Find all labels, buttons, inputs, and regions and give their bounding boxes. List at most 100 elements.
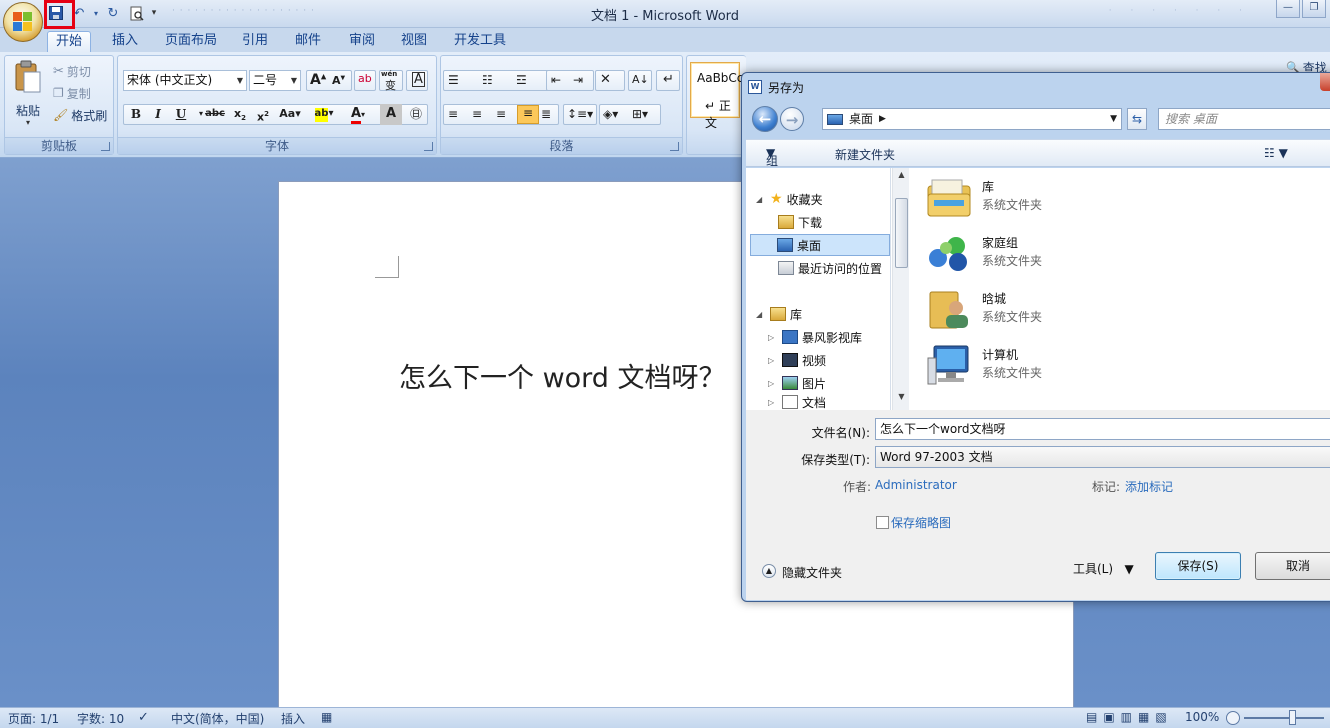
minimize-icon[interactable]: — [1276, 0, 1300, 18]
change-case-button[interactable]: Aa▾ [276, 104, 304, 125]
borders-icon[interactable]: ⊞▾ [632, 107, 648, 121]
copy-button[interactable]: ❐ 复制 [53, 83, 91, 103]
distributed-icon[interactable]: ≣ [541, 107, 551, 121]
nav-storm[interactable]: ▷ 暴风影视库 [768, 326, 862, 348]
tab-developer[interactable]: 开发工具 [446, 31, 514, 52]
view-options-icon[interactable]: ☷ ▼ [1264, 146, 1288, 160]
tab-references[interactable]: 引用 [234, 31, 276, 52]
tab-mailings[interactable]: 邮件 [287, 31, 329, 52]
style-normal[interactable]: AaBbCc ↵ 正文 [690, 62, 743, 130]
new-folder-button[interactable]: 新建文件夹 [835, 146, 895, 163]
format-painter-button[interactable]: 🖌 格式刷 [53, 105, 107, 125]
language-status[interactable]: 中文(简体，中国) [171, 710, 264, 727]
character-shading-button[interactable]: A [380, 104, 402, 125]
organize-button[interactable]: 组织 ▼ [766, 146, 778, 185]
thumbnail-label[interactable]: 保存缩略图 [891, 514, 951, 531]
scroll-down-icon[interactable]: ▼ [893, 392, 910, 408]
superscript-button[interactable]: x2 [252, 104, 274, 125]
author-value[interactable]: Administrator [875, 478, 957, 492]
shading-icon[interactable]: ◈▾ [603, 107, 618, 121]
nav-recent[interactable]: 最近访问的位置 [778, 257, 882, 279]
proofing-icon[interactable]: ✓ [138, 710, 149, 725]
align-left-icon[interactable]: ≡ [448, 107, 458, 121]
justify-icon[interactable]: ≡ [517, 105, 539, 124]
sort-icon[interactable]: A↓ [628, 70, 652, 91]
scroll-up-icon[interactable]: ▲ [893, 170, 910, 186]
nav-desktop[interactable]: 桌面 [750, 234, 890, 256]
tab-page-layout[interactable]: 页面布局 [157, 31, 225, 52]
bullets-icon[interactable]: ☰ [448, 73, 459, 87]
scrollbar-thumb[interactable] [895, 198, 908, 268]
strikethrough-button[interactable]: abc [204, 104, 226, 125]
document-text[interactable]: 怎么下一个 word 文档呀？ [399, 356, 726, 395]
dialog-close-icon[interactable] [1320, 73, 1330, 91]
zoom-slider-thumb[interactable] [1289, 710, 1296, 725]
restore-icon[interactable]: ❐ [1302, 0, 1326, 18]
macro-record-icon[interactable]: ▦ [321, 710, 332, 724]
nav-favorites[interactable]: ◢ ★ 收藏夹 [756, 188, 823, 210]
cut-button[interactable]: ✂ 剪切 [53, 61, 91, 81]
tab-insert[interactable]: 插入 [104, 31, 146, 52]
address-bar[interactable]: 桌面 ▶ ▼ [822, 108, 1122, 130]
bold-button[interactable]: B [125, 104, 147, 125]
align-right-icon[interactable]: ≡ [496, 107, 506, 121]
filetype-select[interactable]: Word 97-2003 文档 [875, 446, 1330, 468]
shrink-font-icon[interactable]: A▼ [332, 74, 345, 87]
underline-button[interactable]: U [170, 104, 192, 125]
enclose-characters-button[interactable]: ㊐ [405, 104, 427, 125]
multilevel-list-icon[interactable]: ☲ [516, 73, 527, 87]
clear-formatting-icon[interactable]: ab [354, 70, 376, 91]
tab-review[interactable]: 审阅 [341, 31, 383, 52]
chinese-layout-icon[interactable]: ✕ [595, 70, 625, 91]
increase-indent-icon[interactable]: ⇥ [573, 73, 583, 87]
font-launcher-icon[interactable] [424, 142, 433, 151]
list-item[interactable]: 库 系统文件夹 [926, 172, 1126, 222]
page-count[interactable]: 页面: 1/1 [8, 710, 59, 727]
list-item[interactable]: 家庭组 系统文件夹 [926, 228, 1126, 278]
tab-home[interactable]: 开始 [47, 31, 92, 52]
nav-scrollbar[interactable]: ▲ ▼ [892, 168, 909, 410]
numbering-icon[interactable]: ☷ [482, 73, 493, 87]
show-marks-icon[interactable]: ↵ [656, 70, 680, 91]
nav-pictures[interactable]: ▷ 图片 [768, 372, 826, 394]
font-size-combo[interactable]: 二号 ▼ [249, 70, 301, 91]
word-count[interactable]: 字数: 10 [77, 710, 124, 727]
nav-libraries[interactable]: ◢ 库 [756, 303, 802, 325]
zoom-slider[interactable] [1244, 717, 1324, 719]
back-arrow-icon[interactable]: ← [752, 106, 778, 132]
office-button[interactable] [3, 2, 43, 42]
tags-value[interactable]: 添加标记 [1125, 478, 1173, 495]
save-button[interactable]: 保存(S) [1155, 552, 1241, 580]
address-dropdown-icon[interactable]: ▼ [1110, 109, 1117, 129]
line-spacing-icon[interactable]: ↕≡▾ [563, 104, 597, 125]
view-buttons[interactable]: ▤▣▥▦▧ [1086, 710, 1173, 724]
cancel-button[interactable]: 取消 [1255, 552, 1330, 580]
zoom-out-icon[interactable] [1226, 711, 1240, 725]
decrease-indent-icon[interactable]: ⇤ [551, 73, 561, 87]
font-name-combo[interactable]: 宋体 (中文正文) ▼ [123, 70, 247, 91]
zoom-level[interactable]: 100% [1185, 710, 1219, 724]
nav-videos[interactable]: ▷ 视频 [768, 349, 826, 371]
list-item[interactable]: 计算机 系统文件夹 [926, 340, 1126, 390]
clipboard-launcher-icon[interactable] [101, 142, 110, 151]
subscript-button[interactable]: x2 [229, 104, 251, 125]
grow-font-icon[interactable]: A▲ [310, 72, 326, 88]
refresh-icon[interactable]: ⇆ [1127, 108, 1147, 130]
search-input[interactable]: 搜索 桌面 [1158, 108, 1330, 130]
paste-button[interactable]: 粘贴 ▾ [11, 60, 45, 132]
align-center-icon[interactable]: ≡ [472, 107, 482, 121]
forward-arrow-icon[interactable]: → [780, 107, 804, 131]
font-color-button[interactable]: A▾ [344, 104, 372, 125]
hide-folders-label[interactable]: 隐藏文件夹 [782, 564, 842, 581]
character-border-button[interactable]: A [406, 70, 428, 91]
breadcrumb-arrow-icon[interactable]: ▶ [879, 109, 886, 129]
paragraph-launcher-icon[interactable] [670, 142, 679, 151]
phonetic-guide-button[interactable]: wén 变 [379, 70, 403, 92]
hide-folders-icon[interactable]: ▲ [762, 564, 776, 578]
thumbnail-checkbox[interactable] [876, 516, 889, 529]
highlight-button[interactable]: ab▾ [310, 104, 338, 125]
tab-view[interactable]: 视图 [393, 31, 435, 52]
filename-input[interactable]: 怎么下一个word文档呀 [875, 418, 1330, 440]
nav-documents[interactable]: ▷ 文档 [768, 395, 826, 409]
insert-mode[interactable]: 插入 [281, 710, 305, 727]
